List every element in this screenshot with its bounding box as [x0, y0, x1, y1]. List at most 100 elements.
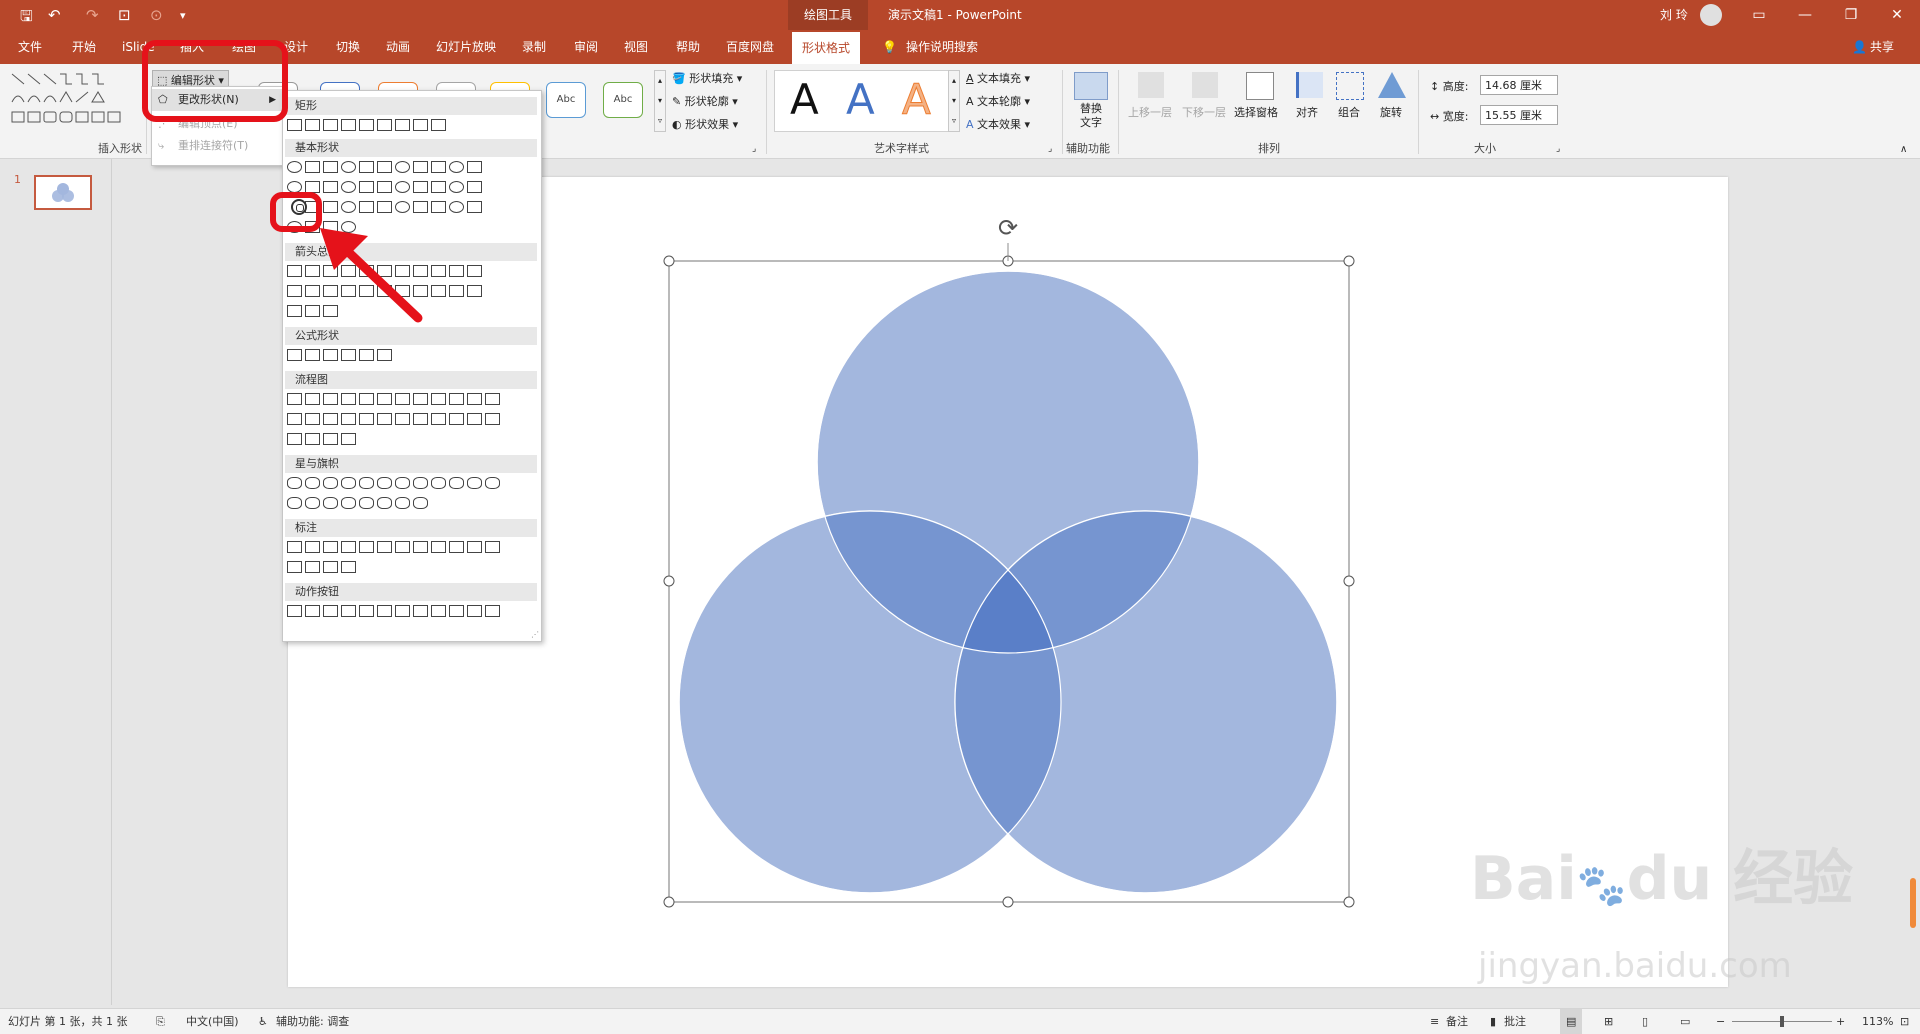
minimize-icon[interactable]: — — [1782, 0, 1828, 30]
tab-record[interactable]: 录制 — [522, 30, 546, 64]
gallery-shape-icon[interactable] — [467, 285, 482, 297]
resize-handle[interactable] — [663, 896, 675, 908]
gallery-shape-icon[interactable] — [449, 541, 464, 553]
gallery-shape-icon[interactable] — [359, 497, 374, 509]
gallery-shape-icon[interactable] — [359, 119, 374, 131]
gallery-shape-icon[interactable] — [449, 201, 464, 213]
shape-style-6[interactable]: Abc — [546, 82, 586, 118]
search-tell-me[interactable]: 操作说明搜索 — [906, 30, 978, 64]
tab-shape-format[interactable]: 形状格式 — [792, 32, 861, 64]
save-icon[interactable]: 🖫 — [20, 6, 33, 31]
user-name[interactable]: 刘 玲 — [1660, 0, 1688, 30]
gallery-shape-icon[interactable] — [449, 413, 464, 425]
shape-style-7[interactable]: Abc — [603, 82, 643, 118]
alt-text-button[interactable]: 替换文字 — [1076, 102, 1106, 130]
gallery-shape-icon[interactable] — [287, 605, 302, 617]
gallery-shape-icon[interactable] — [341, 541, 356, 553]
gallery-shape-icon[interactable] — [305, 477, 320, 489]
gallery-shape-icon[interactable] — [413, 477, 428, 489]
gallery-shape-icon[interactable] — [287, 477, 302, 489]
gallery-shape-icon[interactable] — [413, 201, 428, 213]
gallery-shape-icon[interactable] — [323, 161, 338, 173]
gallery-shape-icon[interactable] — [395, 477, 410, 489]
gallery-shape-icon[interactable] — [413, 181, 428, 193]
spell-check-icon[interactable]: ⎘ — [156, 1009, 165, 1034]
redo-icon[interactable]: ↷ — [86, 6, 99, 24]
gallery-row-stars-1[interactable] — [287, 477, 503, 493]
gallery-row-callouts-2[interactable] — [287, 561, 359, 577]
gallery-shape-icon[interactable] — [359, 349, 374, 361]
gallery-shape-icon[interactable] — [431, 477, 446, 489]
gallery-shape-icon[interactable] — [377, 161, 392, 173]
gallery-shape-icon[interactable] — [395, 201, 410, 213]
notes-button[interactable]: 备注 — [1446, 1009, 1468, 1034]
vertical-scrollbar-thumb[interactable] — [1910, 878, 1916, 928]
gallery-shape-icon[interactable] — [341, 161, 356, 173]
gallery-shape-icon[interactable] — [305, 497, 320, 509]
zoom-slider-thumb[interactable] — [1780, 1016, 1784, 1027]
gallery-shape-icon[interactable] — [431, 265, 446, 277]
gallery-shape-icon[interactable] — [323, 181, 338, 193]
gallery-shape-icon[interactable] — [377, 477, 392, 489]
gallery-shape-icon[interactable] — [395, 497, 410, 509]
gallery-shape-icon[interactable] — [287, 393, 302, 405]
size-launcher-icon[interactable]: ⌟ — [1556, 144, 1560, 154]
wordart-more-icon[interactable]: ▴ ▾ ▿ — [948, 70, 960, 132]
zoom-out-icon[interactable]: − — [1716, 1009, 1725, 1034]
gallery-shape-icon[interactable] — [359, 541, 374, 553]
gallery-shape-icon[interactable] — [485, 605, 500, 617]
gallery-shape-icon[interactable] — [467, 541, 482, 553]
tab-help[interactable]: 帮助 — [676, 30, 700, 64]
gallery-shape-icon[interactable] — [467, 605, 482, 617]
selection-pane-button[interactable]: 选择窗格 — [1234, 104, 1278, 120]
gallery-shape-icon[interactable] — [377, 119, 392, 131]
slide-thumbnail[interactable] — [34, 175, 92, 210]
gallery-shape-icon[interactable] — [323, 119, 338, 131]
gallery-shape-icon[interactable] — [431, 541, 446, 553]
gallery-shape-icon[interactable] — [395, 393, 410, 405]
gallery-shape-icon[interactable] — [395, 181, 410, 193]
gallery-shape-icon[interactable] — [341, 561, 356, 573]
rotate-button[interactable]: 旋转 — [1380, 104, 1402, 120]
gallery-shape-icon[interactable] — [287, 433, 302, 445]
gallery-shape-icon[interactable] — [341, 393, 356, 405]
gallery-shape-icon[interactable] — [377, 393, 392, 405]
gallery-row-stars-2[interactable] — [287, 497, 431, 513]
touch-mode-icon[interactable]: ⊙ — [150, 6, 163, 24]
gallery-shape-icon[interactable] — [323, 561, 338, 573]
group-button[interactable]: 组合 — [1338, 104, 1360, 120]
width-input[interactable]: 15.55 厘米 — [1480, 105, 1558, 125]
slide-sorter-icon[interactable]: ⊞ — [1604, 1009, 1613, 1034]
wordart-sample-black[interactable]: A — [790, 74, 819, 126]
gallery-shape-icon[interactable] — [341, 605, 356, 617]
text-effects-button[interactable]: A 文本效果 ▾ — [966, 116, 1030, 132]
gallery-shape-icon[interactable] — [359, 181, 374, 193]
tab-animations[interactable]: 动画 — [386, 30, 410, 64]
gallery-shape-icon[interactable] — [413, 161, 428, 173]
shape-styles-more-icon[interactable]: ▴ ▾ ▿ — [654, 70, 666, 132]
share-button[interactable]: 共享 — [1870, 30, 1894, 64]
close-icon[interactable]: ✕ — [1874, 0, 1920, 30]
gallery-shape-icon[interactable] — [287, 561, 302, 573]
gallery-shape-icon[interactable] — [377, 541, 392, 553]
text-fill-button[interactable]: A 文本填充 ▾ — [966, 70, 1030, 86]
gallery-row-action-buttons[interactable] — [287, 605, 503, 621]
avatar[interactable] — [1700, 4, 1722, 26]
undo-icon[interactable]: ↶ — [48, 6, 61, 24]
gallery-shape-icon[interactable] — [449, 605, 464, 617]
comments-button[interactable]: 批注 — [1504, 1009, 1526, 1034]
restore-icon[interactable]: ❐ — [1828, 0, 1874, 30]
gallery-shape-icon[interactable] — [485, 393, 500, 405]
gallery-shape-icon[interactable] — [413, 541, 428, 553]
collapse-ribbon-icon[interactable]: ∧ — [1900, 144, 1907, 155]
gallery-shape-icon[interactable] — [305, 561, 320, 573]
gallery-shape-icon[interactable] — [287, 541, 302, 553]
tab-review[interactable]: 审阅 — [574, 30, 598, 64]
gallery-row-flowchart-2[interactable] — [287, 413, 503, 429]
tab-transitions[interactable]: 切换 — [336, 30, 360, 64]
gallery-shape-icon[interactable] — [323, 349, 338, 361]
gallery-shape-icon[interactable] — [431, 605, 446, 617]
gallery-shape-icon[interactable] — [449, 285, 464, 297]
shape-effects-button[interactable]: ◐ 形状效果 ▾ — [672, 116, 738, 132]
gallery-shape-icon[interactable] — [431, 161, 446, 173]
